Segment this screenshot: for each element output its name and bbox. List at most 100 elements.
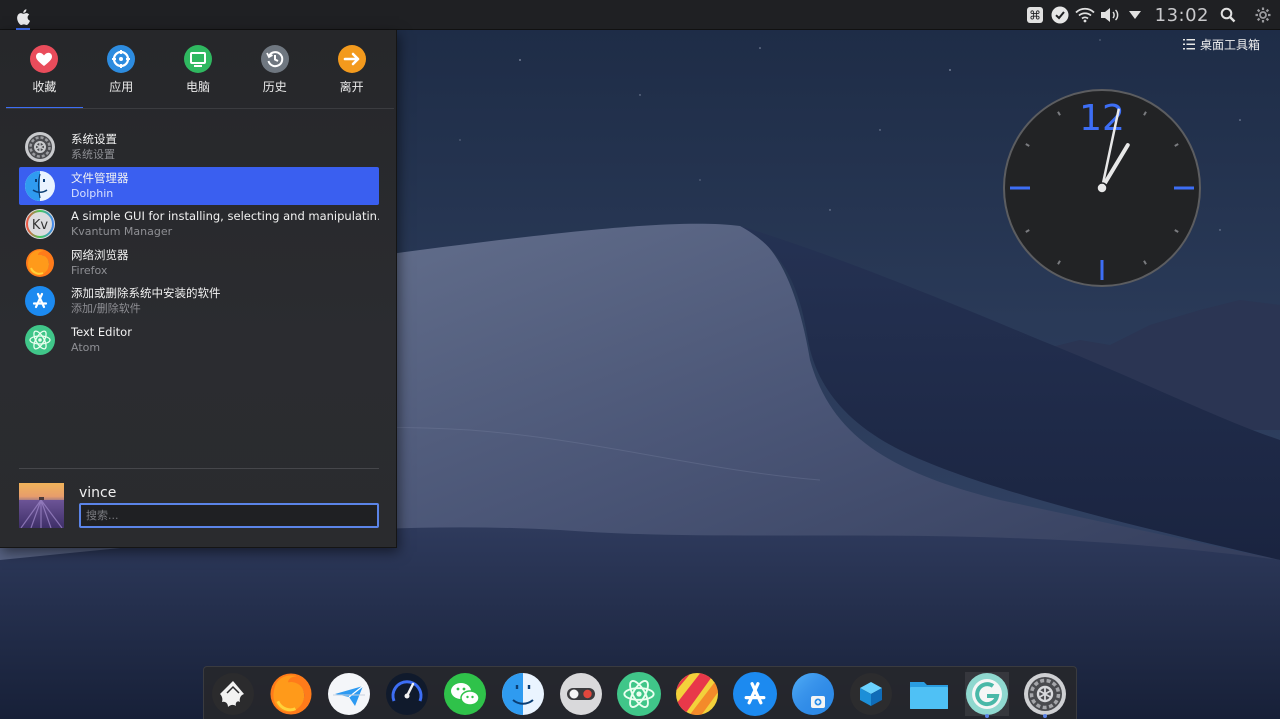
tray-item-volume[interactable] bbox=[1099, 4, 1121, 26]
firefox-icon bbox=[269, 672, 313, 716]
launcher-tab-label: 离开 bbox=[339, 80, 364, 94]
dock-item-inkscape[interactable] bbox=[211, 672, 255, 716]
dock-item-system-preferences[interactable] bbox=[1023, 672, 1067, 718]
color-wheel-icon bbox=[675, 672, 719, 716]
svg-text:Kv: Kv bbox=[32, 218, 49, 233]
app-store-icon bbox=[25, 286, 55, 317]
dock-item-cube[interactable] bbox=[849, 672, 893, 716]
dock-item-toggle[interactable] bbox=[559, 672, 603, 716]
dock-item-app-store[interactable] bbox=[733, 672, 777, 716]
atom-icon bbox=[25, 324, 55, 355]
tray-item-network[interactable] bbox=[1074, 4, 1096, 26]
app-item-text: 系统设置 系统设置 bbox=[71, 132, 117, 162]
firefox-icon bbox=[25, 248, 55, 278]
folder-icon bbox=[907, 672, 951, 716]
running-indicator bbox=[1043, 714, 1047, 718]
app-list-item[interactable]: Text Editor Atom bbox=[19, 321, 379, 360]
app-name: A simple GUI for installing, selecting a… bbox=[71, 209, 379, 224]
dock-item-wechat[interactable] bbox=[443, 672, 487, 716]
application-launcher: 收藏 应用 电脑 历史 离开 系统设置 系统设置 文件管理器 Dolphin Kv A simpl… bbox=[0, 30, 397, 548]
user-avatar[interactable] bbox=[19, 483, 64, 528]
app-item-text: 添加或删除系统中安装的软件 添加/删除软件 bbox=[71, 286, 221, 316]
launcher-tab-history[interactable]: 历史 bbox=[236, 30, 313, 109]
tray-item-updates[interactable] bbox=[1049, 4, 1071, 26]
dock-item-web[interactable] bbox=[791, 672, 835, 716]
dock-item-finder[interactable] bbox=[501, 672, 545, 716]
app-subtitle: Atom bbox=[71, 340, 101, 354]
toggle-icon bbox=[559, 672, 603, 716]
inkscape-icon bbox=[211, 672, 255, 716]
app-name: 添加或删除系统中安装的软件 bbox=[71, 286, 221, 301]
dolphin-finder-icon bbox=[25, 170, 55, 201]
panel-settings-button[interactable] bbox=[1252, 4, 1274, 26]
checkmark-circle-icon bbox=[1051, 6, 1069, 24]
dock-item-folder[interactable] bbox=[907, 672, 951, 716]
launcher-tab-leave[interactable]: 离开 bbox=[313, 30, 390, 109]
running-indicator bbox=[985, 714, 989, 718]
launcher-tab-label: 应用 bbox=[109, 80, 134, 94]
list-icon bbox=[1182, 38, 1195, 49]
atom-icon bbox=[617, 672, 661, 716]
leave-icon bbox=[337, 45, 366, 73]
system-preferences-icon bbox=[1023, 672, 1067, 716]
app-subtitle: 添加/删除软件 bbox=[71, 302, 141, 316]
launcher-tab-label: 电脑 bbox=[185, 80, 210, 94]
tab-bar-divider bbox=[6, 108, 394, 109]
heart-icon bbox=[30, 45, 59, 73]
app-list-item[interactable]: 网络浏览器 Firefox bbox=[19, 244, 379, 283]
system-settings-icon bbox=[25, 132, 55, 163]
dock bbox=[203, 666, 1077, 719]
app-list-item[interactable]: 添加或删除系统中安装的软件 添加/删除软件 bbox=[19, 282, 379, 321]
launcher-tab-heart[interactable]: 收藏 bbox=[6, 30, 83, 109]
finder-icon bbox=[501, 672, 545, 716]
command-key-icon: ⌘ bbox=[1026, 7, 1043, 23]
app-list-item[interactable]: 系统设置 系统设置 bbox=[19, 128, 379, 167]
mail-icon bbox=[327, 672, 371, 716]
applications-icon bbox=[107, 45, 136, 73]
app-name: 系统设置 bbox=[71, 132, 117, 147]
app-list-item[interactable]: 文件管理器 Dolphin bbox=[19, 166, 379, 205]
kvantum-icon: Kv bbox=[25, 209, 55, 240]
analog-clock-widget[interactable]: 12 bbox=[1002, 88, 1202, 288]
system-tray: ⌘ 13:02 bbox=[1024, 0, 1280, 30]
app-item-text: 网络浏览器 Firefox bbox=[71, 248, 129, 278]
desktop-toolbox-label: 桌面工具箱 bbox=[1199, 37, 1260, 52]
wifi-icon bbox=[1074, 7, 1095, 23]
launcher-icon bbox=[965, 672, 1009, 716]
app-subtitle: 系统设置 bbox=[71, 148, 115, 162]
cube-icon bbox=[849, 672, 893, 716]
user-name: vince bbox=[79, 485, 117, 501]
clock-nine-marker bbox=[1010, 186, 1030, 190]
dock-item-firefox[interactable] bbox=[269, 672, 313, 716]
dock-item-color-wheel[interactable] bbox=[675, 672, 719, 716]
tray-item-command[interactable]: ⌘ bbox=[1024, 4, 1046, 26]
tray-expand-button[interactable] bbox=[1124, 4, 1146, 26]
apple-menu-button[interactable] bbox=[11, 5, 35, 30]
dock-item-atom[interactable] bbox=[617, 672, 661, 716]
dock-item-mail[interactable] bbox=[327, 672, 371, 716]
favorites-list: 系统设置 系统设置 文件管理器 Dolphin Kv A simple GUI for i… bbox=[19, 128, 379, 359]
volume-icon bbox=[1100, 8, 1118, 22]
dock-item-launcher[interactable] bbox=[965, 672, 1009, 718]
clock-three-marker bbox=[1174, 186, 1194, 190]
app-list-item[interactable]: Kv A simple GUI for installing, selecting… bbox=[19, 205, 379, 244]
desktop-toolbox-button[interactable]: 桌面工具箱 bbox=[1182, 35, 1260, 53]
app-item-text: 文件管理器 Dolphin bbox=[71, 171, 129, 201]
top-panel: ⌘ 13:02 bbox=[0, 0, 1280, 30]
history-icon bbox=[260, 45, 289, 73]
panel-clock[interactable]: 13:02 bbox=[1155, 5, 1209, 26]
panel-search-button[interactable] bbox=[1217, 4, 1239, 26]
user-section-divider bbox=[19, 468, 379, 469]
launcher-search-input[interactable] bbox=[79, 503, 379, 528]
launcher-tab-applications[interactable]: 应用 bbox=[83, 30, 160, 109]
app-name: 网络浏览器 bbox=[71, 247, 129, 262]
clock-six-marker bbox=[1100, 260, 1104, 280]
app-item-text: Text Editor Atom bbox=[71, 325, 132, 355]
svg-text:⌘: ⌘ bbox=[1029, 9, 1041, 23]
launcher-tab-computer[interactable]: 电脑 bbox=[160, 30, 237, 109]
dock-item-speedometer[interactable] bbox=[385, 672, 429, 716]
search-icon bbox=[1220, 7, 1236, 23]
triangle-down-icon bbox=[1128, 11, 1141, 19]
computer-icon bbox=[183, 45, 212, 73]
launcher-tab-bar: 收藏 应用 电脑 历史 离开 bbox=[6, 30, 390, 109]
